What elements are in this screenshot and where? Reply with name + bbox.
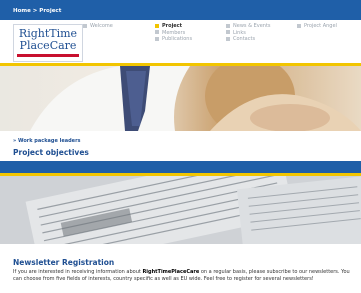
nav-bullet-icon	[226, 23, 230, 28]
hero-image-caregiver	[0, 66, 361, 131]
nav-column-4: Project Angel	[297, 23, 337, 30]
header: RightTime PlaceCare Welcome Project Memb…	[0, 20, 361, 65]
newsletter-title: Newsletter Registration	[13, 258, 115, 267]
breadcrumb: Home > Project	[13, 8, 61, 14]
section-heading: Project objectives	[13, 148, 89, 157]
nav-bullet-icon	[83, 23, 87, 28]
nav-item-contacts[interactable]: Contacts	[226, 36, 271, 43]
newsletter-section: Newsletter Registration If you are inter…	[0, 244, 361, 293]
logo-bar	[17, 54, 79, 57]
nav-bullet-icon	[155, 23, 159, 28]
nav-item-welcome[interactable]: Welcome	[83, 23, 113, 30]
content-intro: » Work package leaders Project objective…	[0, 131, 361, 161]
brand-name: RightTimePlaceCare	[142, 269, 200, 275]
nav-column-1: Welcome	[83, 23, 113, 30]
nav-bullet-icon	[297, 23, 301, 28]
hero-image-newspapers	[0, 176, 361, 244]
newsletter-text: If you are interested in receiving infor…	[13, 269, 350, 282]
breadcrumb-current: Project	[39, 8, 62, 14]
logo-line-2: PlaceCare	[19, 39, 77, 52]
nav-bullet-icon	[155, 36, 159, 41]
nav-bullet-icon	[226, 30, 230, 34]
nav-item-publications[interactable]: Publications	[155, 36, 192, 43]
breadcrumb-home[interactable]: Home	[13, 8, 31, 14]
work-package-link[interactable]: » Work package leaders	[13, 138, 81, 144]
nav-bullet-icon	[226, 36, 230, 41]
site-logo[interactable]: RightTime PlaceCare	[13, 24, 83, 62]
nav-column-2: Project Members Publications	[155, 23, 192, 43]
nav-bullet-icon	[155, 30, 159, 34]
nav-column-3: News & Events Links Contacts	[226, 23, 271, 43]
top-bar: Home > Project	[0, 0, 361, 20]
nav-item-project-angel[interactable]: Project Angel	[297, 23, 337, 30]
blue-band	[0, 161, 361, 173]
